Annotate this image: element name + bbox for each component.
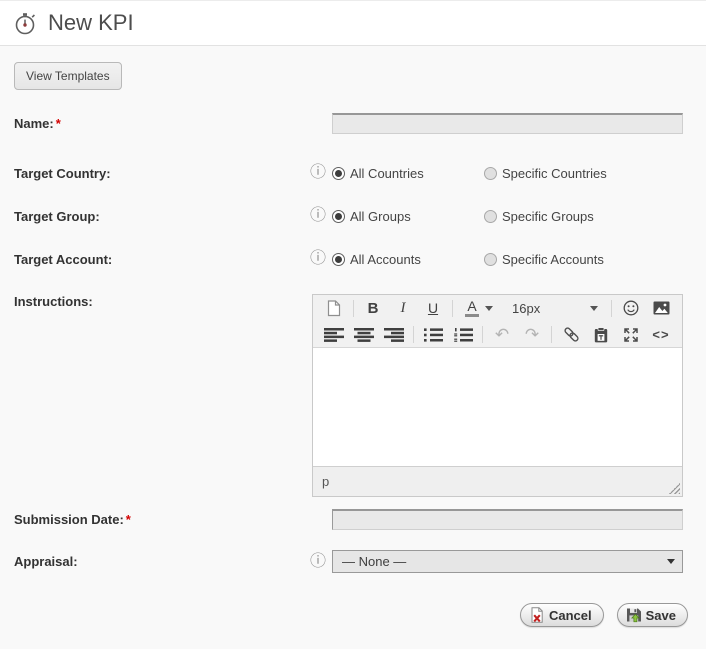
- page-title: New KPI: [48, 10, 134, 35]
- emoticons-icon[interactable]: [617, 297, 645, 319]
- radio-specific-accounts[interactable]: Specific Accounts: [484, 252, 604, 267]
- target-group-label: Target Group:: [14, 208, 100, 224]
- align-center-icon[interactable]: [350, 324, 378, 346]
- save-button[interactable]: Save: [616, 603, 688, 627]
- submission-date-input[interactable]: [332, 509, 683, 530]
- instructions-label: Instructions:: [14, 294, 93, 309]
- appraisal-select[interactable]: — None —: [332, 550, 683, 573]
- info-icon[interactable]: [310, 554, 326, 570]
- insert-image-icon[interactable]: [647, 297, 675, 319]
- bold-button[interactable]: B: [359, 297, 387, 319]
- page-header: New KPI: [0, 0, 706, 46]
- undo-icon[interactable]: [488, 324, 516, 346]
- instructions-rich-text-editor: B I U A 16px ↶ ↷ <> p: [312, 294, 683, 497]
- form-actions: Cancel Save: [0, 603, 688, 627]
- resize-grip[interactable]: [669, 483, 680, 494]
- cancel-icon: [529, 607, 545, 623]
- font-color-button[interactable]: A: [458, 297, 500, 319]
- appraisal-label: Appraisal:: [14, 554, 78, 569]
- radio-specific-groups[interactable]: Specific Groups: [484, 209, 594, 224]
- submission-date-label: Submission Date: *: [14, 512, 131, 527]
- underline-button[interactable]: U: [419, 297, 447, 319]
- appraisal-row: Appraisal: — None —: [0, 550, 706, 573]
- paste-icon[interactable]: [587, 324, 615, 346]
- target-country-row: Target Country: All Countries Specific C…: [0, 165, 706, 181]
- new-document-icon[interactable]: [320, 297, 348, 319]
- insert-link-icon[interactable]: [557, 324, 585, 346]
- editor-toolbar: B I U A 16px ↶ ↷ <>: [313, 295, 682, 347]
- editor-element-path: p: [322, 474, 330, 489]
- radio-all-accounts[interactable]: All Accounts: [332, 252, 484, 267]
- info-icon[interactable]: [310, 165, 326, 181]
- target-country-label: Target Country:: [14, 165, 111, 181]
- stopwatch-icon: [14, 10, 38, 36]
- target-account-label: Target Account:: [14, 251, 113, 267]
- target-group-row: Target Group: All Groups Specific Groups: [0, 208, 706, 224]
- radio-unselected-icon: [484, 252, 497, 266]
- required-marker: *: [125, 512, 131, 527]
- fullscreen-icon[interactable]: [617, 324, 645, 346]
- info-icon[interactable]: [310, 208, 326, 224]
- new-kpi-form: Name:* Target Country: All Countries Spe…: [0, 113, 706, 573]
- italic-button[interactable]: I: [389, 297, 417, 319]
- name-row: Name: *: [0, 113, 706, 134]
- radio-unselected-icon: [484, 166, 497, 180]
- view-templates-button[interactable]: View Templates: [14, 62, 122, 90]
- radio-selected-icon: [332, 209, 345, 223]
- radio-selected-icon: [332, 166, 345, 180]
- required-marker: *: [55, 116, 61, 131]
- radio-selected-icon: [332, 252, 345, 266]
- appraisal-selected-value: — None —: [342, 554, 407, 569]
- align-right-icon[interactable]: [380, 324, 408, 346]
- radio-unselected-icon: [484, 209, 497, 223]
- unordered-list-icon[interactable]: [419, 324, 447, 346]
- radio-all-groups[interactable]: All Groups: [332, 209, 484, 224]
- radio-all-countries[interactable]: All Countries: [332, 166, 484, 181]
- editor-content-area[interactable]: [313, 347, 682, 466]
- name-label: Name: *: [14, 116, 61, 131]
- instructions-row: Instructions: B I U A 16px ↶ ↷ <> p: [0, 294, 706, 497]
- align-left-icon[interactable]: [320, 324, 348, 346]
- submission-date-row: Submission Date: *: [0, 509, 706, 530]
- chevron-down-icon: [484, 305, 493, 311]
- target-account-row: Target Account: All Accounts Specific Ac…: [0, 251, 706, 267]
- cancel-button[interactable]: Cancel: [519, 603, 604, 627]
- name-input[interactable]: [332, 113, 683, 134]
- save-icon: [626, 607, 642, 623]
- ordered-list-icon[interactable]: [449, 324, 477, 346]
- radio-specific-countries[interactable]: Specific Countries: [484, 166, 607, 181]
- redo-icon[interactable]: [518, 324, 546, 346]
- chevron-down-icon: [667, 559, 675, 564]
- editor-status-bar: p: [313, 466, 682, 496]
- font-size-select[interactable]: 16px: [502, 297, 602, 319]
- code-view-button[interactable]: <>: [647, 324, 675, 346]
- info-icon[interactable]: [310, 251, 326, 267]
- chevron-down-icon: [590, 305, 598, 311]
